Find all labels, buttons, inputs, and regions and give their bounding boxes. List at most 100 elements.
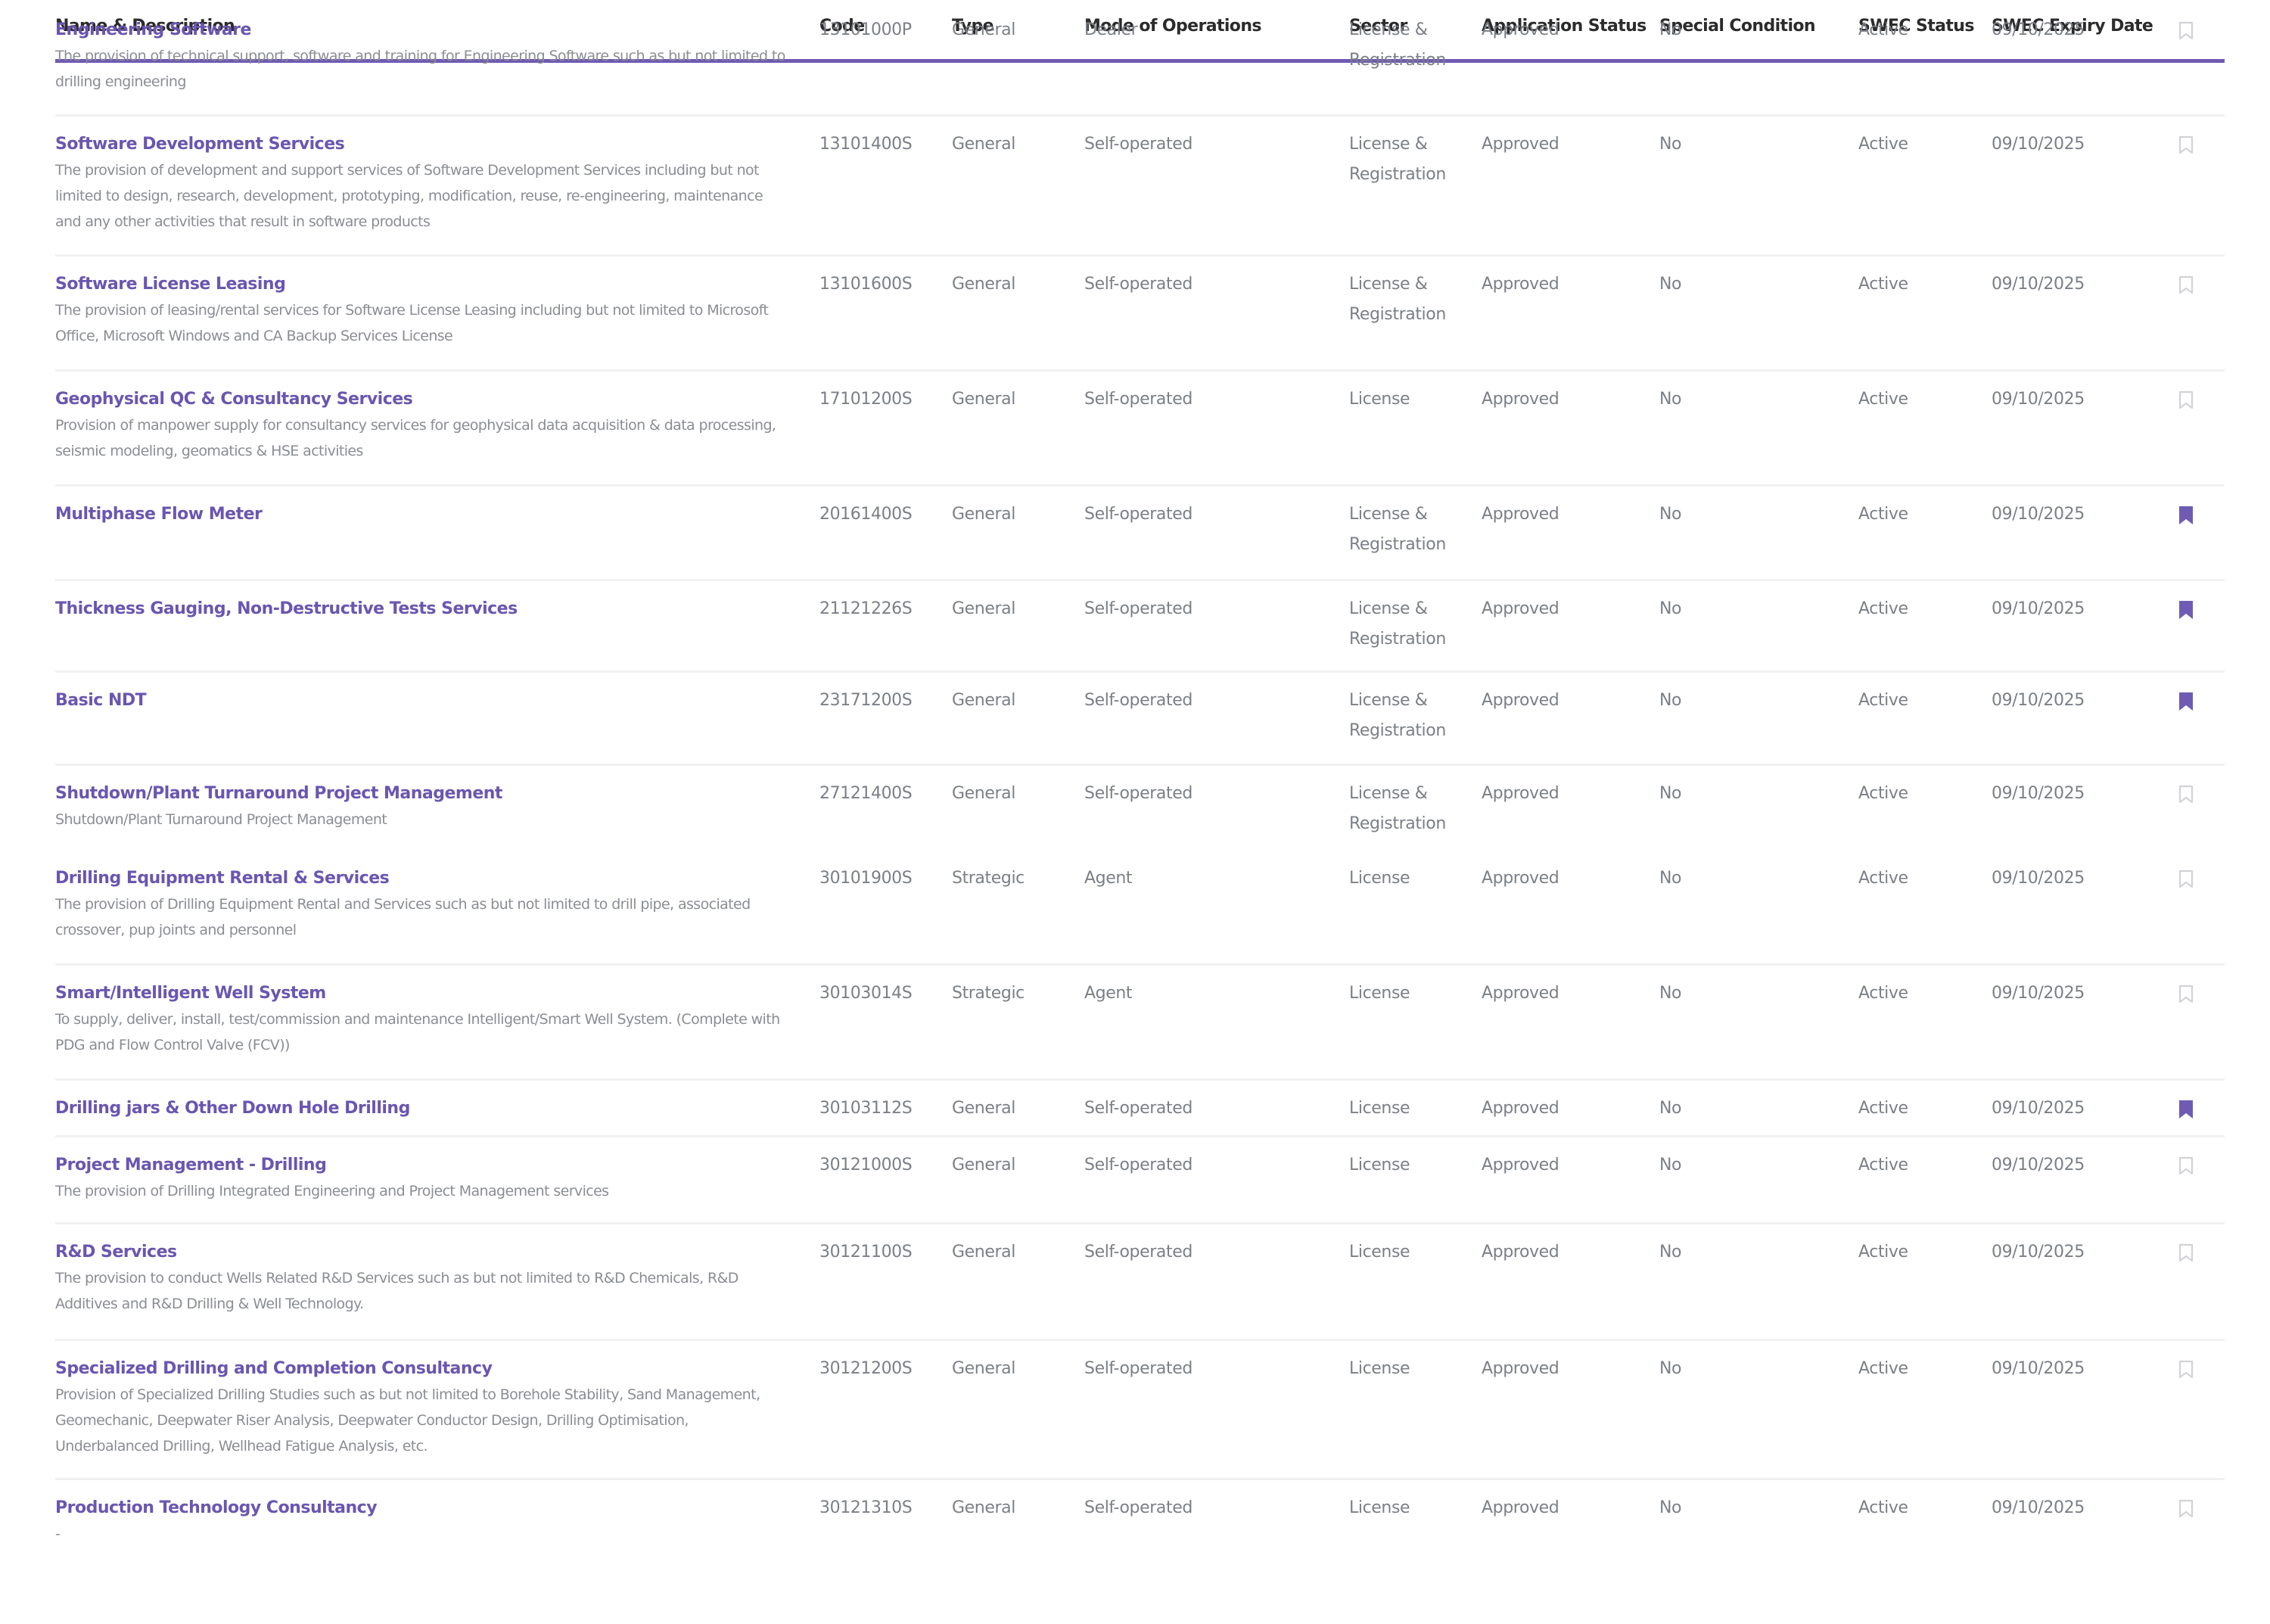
bookmark-filled-icon[interactable] — [2178, 692, 2195, 713]
table-row: Multiphase Flow Meter 20161400S General Sel… — [55, 484, 2225, 581]
bookmark-outline-icon[interactable] — [2178, 785, 2195, 806]
table-row: Software Development Services The provisi… — [55, 114, 2225, 257]
swec-expiry-date-cell: 09/10/2025 — [1992, 1498, 2085, 1517]
service-title-link[interactable]: Multiphase Flow Meter — [55, 503, 789, 526]
code-cell: 30121200S — [819, 1359, 913, 1378]
service-title-link[interactable]: Basic NDT — [55, 689, 789, 712]
special-condition-cell: No — [1659, 1498, 1682, 1517]
special-condition-cell: No — [1659, 1359, 1682, 1378]
bookmark-outline-icon[interactable] — [2178, 1156, 2195, 1178]
swec-expiry-date-cell: 09/10/2025 — [1992, 20, 2085, 39]
type-cell: General — [952, 1156, 1015, 1174]
sector-cell: License — [1349, 869, 1410, 888]
bookmark-outline-icon[interactable] — [2178, 1243, 2195, 1265]
bookmark-outline-icon[interactable] — [2178, 390, 2195, 412]
sector-cell: License — [1349, 1359, 1410, 1378]
service-description: Provision of Specialized Drilling Studie… — [55, 1386, 760, 1454]
special-condition-cell: No — [1659, 505, 1682, 524]
mode-cell: Agent — [1084, 869, 1133, 888]
service-title-link[interactable]: Shutdown/Plant Turnaround Project Manage… — [55, 782, 789, 805]
application-status-cell: Approved — [1482, 1359, 1559, 1378]
code-cell: 20161400S — [819, 505, 913, 524]
type-cell: General — [952, 505, 1015, 524]
application-status-cell: Approved — [1482, 984, 1559, 1003]
swec-expiry-date-cell: 09/10/2025 — [1992, 1099, 2085, 1118]
swec-status-cell: Active — [1858, 505, 1908, 524]
service-title-link[interactable]: Project Management - Drilling — [55, 1154, 789, 1177]
mode-cell: Self-operated — [1084, 1156, 1193, 1174]
type-cell: Strategic — [952, 869, 1025, 888]
mode-cell: Self-operated — [1084, 505, 1193, 524]
bookmark-outline-icon[interactable] — [2178, 275, 2195, 297]
special-condition-cell: No — [1659, 1243, 1682, 1262]
table-row: Engineering Software The provision of tec… — [55, 0, 2225, 117]
bookmark-outline-icon[interactable] — [2178, 21, 2195, 42]
type-cell: General — [952, 20, 1015, 39]
service-title-link[interactable]: Specialized Drilling and Completion Cons… — [55, 1358, 789, 1380]
sector-cell: License & Registration — [1349, 599, 1446, 649]
bookmark-outline-icon[interactable] — [2178, 135, 2195, 157]
special-condition-cell: No — [1659, 1099, 1682, 1118]
bookmark-outline-icon[interactable] — [2178, 870, 2195, 891]
sector-cell: License — [1349, 390, 1410, 409]
service-title-link[interactable]: Geophysical QC & Consultancy Services — [55, 388, 789, 411]
swec-expiry-date-cell: 09/10/2025 — [1992, 135, 2085, 154]
type-cell: General — [952, 135, 1015, 154]
mode-cell: Self-operated — [1084, 275, 1193, 294]
mode-cell: Self-operated — [1084, 691, 1193, 710]
application-status-cell: Approved — [1482, 1099, 1559, 1118]
service-title-link[interactable]: Software License Leasing — [55, 273, 789, 296]
service-title-link[interactable]: Engineering Software — [55, 19, 789, 42]
sector-cell: License & Registration — [1349, 20, 1446, 70]
swec-expiry-date-cell: 09/10/2025 — [1992, 505, 2085, 524]
mode-cell: Self-operated — [1084, 1359, 1193, 1378]
sector-cell: License — [1349, 1243, 1410, 1262]
mode-cell: Dealer — [1084, 20, 1138, 39]
service-title-link[interactable]: Thickness Gauging, Non-Destructive Tests… — [55, 598, 789, 621]
special-condition-cell: No — [1659, 390, 1682, 409]
swec-status-cell: Active — [1858, 1243, 1908, 1262]
swec-status-cell: Active — [1858, 390, 1908, 409]
special-condition-cell: No — [1659, 691, 1682, 710]
code-cell: 30101900S — [819, 869, 913, 888]
service-title-link[interactable]: Smart/Intelligent Well System — [55, 982, 789, 1005]
swec-status-cell: Active — [1858, 784, 1908, 803]
swec-status-cell: Active — [1858, 1099, 1908, 1118]
type-cell: General — [952, 599, 1015, 618]
application-status-cell: Approved — [1482, 505, 1559, 524]
service-title-link[interactable]: Production Technology Consultancy — [55, 1497, 789, 1520]
bookmark-outline-icon[interactable] — [2178, 1499, 2195, 1520]
bookmark-filled-icon[interactable] — [2178, 506, 2195, 527]
service-title-link[interactable]: R&D Services — [55, 1241, 789, 1264]
swec-status-cell: Active — [1858, 20, 1908, 39]
code-cell: 13101600S — [819, 275, 913, 294]
bookmark-filled-icon[interactable] — [2178, 600, 2195, 621]
service-title-link[interactable]: Software Development Services — [55, 133, 789, 156]
service-title-link[interactable]: Drilling Equipment Rental & Services — [55, 867, 789, 890]
special-condition-cell: No — [1659, 20, 1682, 39]
sector-cell: License — [1349, 1498, 1410, 1517]
application-status-cell: Approved — [1482, 599, 1559, 618]
bookmark-filled-icon[interactable] — [2178, 1100, 2195, 1121]
bookmark-outline-icon[interactable] — [2178, 1360, 2195, 1381]
sector-cell: License & Registration — [1349, 784, 1446, 833]
services-table: Name & Description Code Type Mode of Ope… — [55, 0, 2225, 1542]
service-title-link[interactable]: Drilling jars & Other Down Hole Drilling — [55, 1097, 789, 1120]
swec-expiry-date-cell: 09/10/2025 — [1992, 869, 2085, 888]
mode-cell: Self-operated — [1084, 1498, 1193, 1517]
code-cell: 27121400S — [819, 784, 913, 803]
sector-cell: License & Registration — [1349, 275, 1446, 324]
code-cell: 13101400S — [819, 135, 913, 154]
name-description-cell: Basic NDT — [55, 689, 789, 712]
table-row: Smart/Intelligent Well System To supply, … — [55, 963, 2225, 1081]
code-cell: 30103014S — [819, 984, 913, 1003]
application-status-cell: Approved — [1482, 1498, 1559, 1517]
special-condition-cell: No — [1659, 869, 1682, 888]
special-condition-cell: No — [1659, 275, 1682, 294]
name-description-cell: Engineering Software The provision of tec… — [55, 19, 789, 95]
name-description-cell: Project Management - Drilling The provisi… — [55, 1154, 789, 1204]
service-description: The provision of leasing/rental services… — [55, 302, 769, 344]
application-status-cell: Approved — [1482, 275, 1559, 294]
bookmark-outline-icon[interactable] — [2178, 985, 2195, 1006]
swec-expiry-date-cell: 09/10/2025 — [1992, 984, 2085, 1003]
